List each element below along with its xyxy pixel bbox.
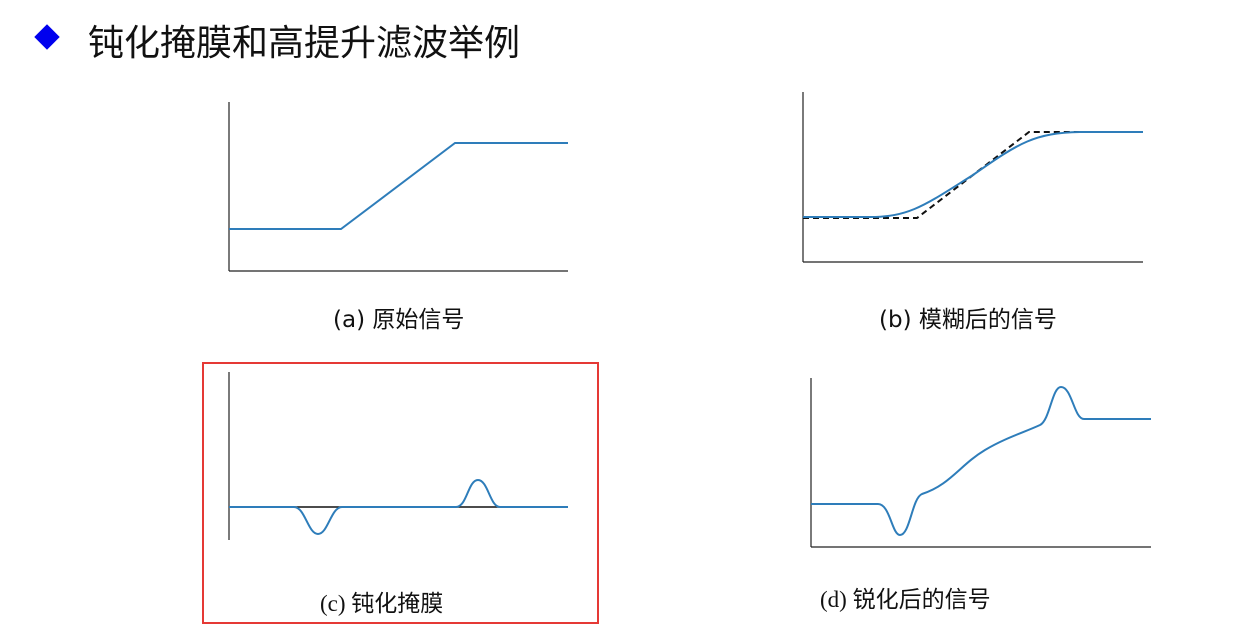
panel-a-original-signal <box>229 142 568 230</box>
caption-d: (d) 锐化后的信号 <box>820 587 991 612</box>
caption-c: (c) 钝化掩膜 <box>320 591 444 616</box>
panel-c-mask-signal <box>229 478 568 536</box>
caption-b: (b) 模糊后的信号 <box>879 307 1057 333</box>
panel-d-axes <box>810 378 1151 548</box>
panel-d-sharpened-signal <box>811 385 1151 537</box>
panel-b-blurred-signal <box>803 131 1143 218</box>
panel-b-axes <box>802 92 1143 263</box>
caption-a: (a) 原始信号 <box>333 307 465 333</box>
